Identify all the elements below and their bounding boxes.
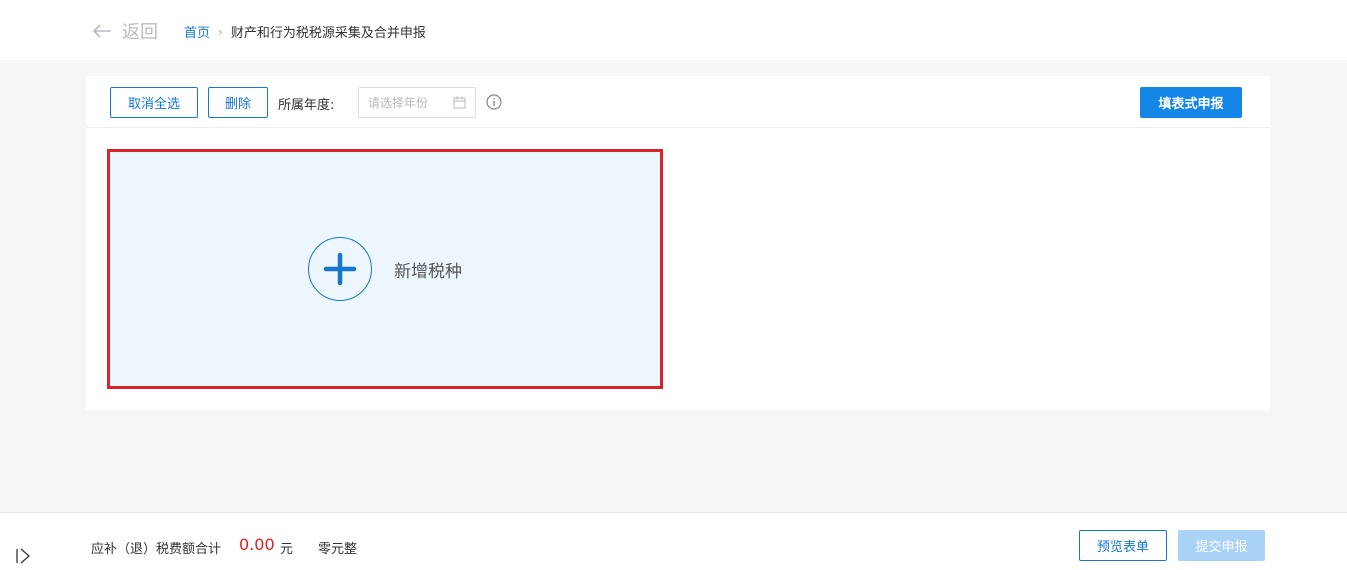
breadcrumb-home[interactable]: 首页 bbox=[184, 22, 210, 41]
breadcrumb-current: 财产和行为税税源采集及合并申报 bbox=[230, 26, 426, 41]
add-tax-type-card[interactable]: 新增税种 bbox=[107, 149, 663, 389]
year-placeholder: 请选择年份 bbox=[368, 96, 429, 110]
total-amount-label: 应补（退）税费额合计 bbox=[91, 542, 222, 557]
plus-icon bbox=[323, 252, 357, 286]
add-tax-type-label: 新增税种 bbox=[394, 261, 462, 282]
footer-bar: 应补（退）税费额合计 0.00 元 零元整 预览表单 提交申报 bbox=[0, 512, 1347, 570]
year-picker-input[interactable]: 请选择年份 bbox=[358, 87, 476, 118]
arrow-left-icon bbox=[92, 24, 111, 38]
info-icon[interactable] bbox=[486, 94, 502, 110]
breadcrumb: 首页 › 财产和行为税税源采集及合并申报 bbox=[184, 22, 426, 42]
main-panel: 取消全选 删除 所属年度: 请选择年份 填表式申报 新增税种 bbox=[86, 76, 1270, 410]
submit-declaration-button[interactable]: 提交申报 bbox=[1178, 530, 1265, 561]
total-amount-value: 0.00 bbox=[239, 535, 275, 554]
top-bar: 返回 首页 › 财产和行为税税源采集及合并申报 bbox=[0, 0, 1347, 60]
back-button[interactable]: 返回 bbox=[92, 18, 158, 44]
toolbar: 取消全选 删除 所属年度: 请选择年份 填表式申报 bbox=[86, 76, 1270, 128]
calendar-icon bbox=[453, 96, 466, 109]
delete-button[interactable]: 删除 bbox=[208, 87, 268, 118]
total-amount-words: 零元整 bbox=[318, 542, 358, 557]
plus-circle bbox=[308, 237, 372, 301]
year-label: 所属年度: bbox=[278, 98, 335, 113]
preview-form-button[interactable]: 预览表单 bbox=[1079, 530, 1167, 561]
breadcrumb-separator: › bbox=[218, 24, 223, 39]
total-amount-unit: 元 bbox=[280, 542, 294, 557]
expand-toggle-icon[interactable] bbox=[14, 547, 32, 565]
cancel-select-all-button[interactable]: 取消全选 bbox=[110, 87, 198, 118]
fill-form-declare-button[interactable]: 填表式申报 bbox=[1140, 87, 1242, 118]
back-label: 返回 bbox=[122, 22, 158, 43]
